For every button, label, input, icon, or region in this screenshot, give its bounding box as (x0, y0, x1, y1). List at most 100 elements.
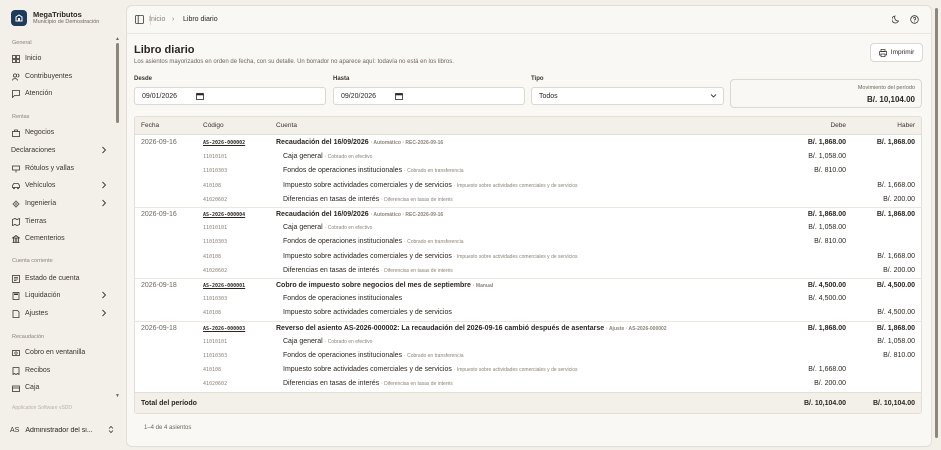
sidebar-item-estado-de-cuenta[interactable]: Estado de cuenta (11, 272, 111, 285)
sidebar-item-label: Recibos (25, 367, 51, 374)
header-fecha: Fecha (141, 122, 160, 129)
cash-icon (11, 348, 20, 357)
entry-note: · Automático · REC-2026-09-16 (370, 140, 444, 146)
entry-haber: B/. 4,500.00 (876, 282, 915, 289)
sidebar-item-caja[interactable]: Caja (11, 381, 111, 394)
sidebar-item-liquidacion[interactable]: Liquidación (11, 289, 111, 302)
sidebar-item-label: Cementerios (25, 235, 65, 242)
line-account-code: 11010303 (203, 353, 228, 359)
scroll-up-icon[interactable]: ▲ (115, 36, 120, 42)
entry-description-text: Cobro de impuesto sobre negocios del mes… (276, 282, 471, 289)
sidebar-item-inicio[interactable]: Inicio (11, 52, 111, 65)
line-note: · Cobrado en efectivo (324, 225, 373, 232)
sidebar-item-ajustes[interactable]: Ajustes (11, 307, 111, 320)
sidebar-item-label: Inicio (25, 55, 42, 62)
entry-description: Recaudación del 16/09/2026 · Automático … (276, 139, 443, 146)
help-icon[interactable] (910, 15, 919, 26)
table-line-row: 41020602 Diferencias en tasas de interés … (135, 264, 921, 278)
calendar-icon[interactable] (196, 92, 204, 102)
sidebar-item-vehiculos[interactable]: Vehículos (11, 179, 111, 192)
sidebar-item-atencion[interactable]: Atención (11, 87, 111, 100)
sidebar-item-recibos[interactable]: Recibos (11, 364, 111, 377)
entry-date: 2026-09-16 (141, 139, 177, 146)
line-note: · Impuesto sobre actividades comerciales… (453, 367, 578, 374)
scroll-down-icon[interactable]: ▼ (115, 393, 120, 399)
entry-note: · Ajuste · AS-2026-000002 (606, 325, 667, 332)
total-label: Total del período (141, 400, 197, 407)
topbar: Inicio › Libro diario (127, 6, 931, 34)
sidebar-item-cobro-en-ventanilla[interactable]: Cobro en ventanilla (11, 346, 111, 359)
line-account-name: Fondos de operaciones institucionales (283, 295, 403, 303)
entry-code-link[interactable]: AS-2026-000001 (203, 283, 245, 289)
print-button-label: Imprimir (890, 49, 915, 56)
line-account-name: Diferencias en tasas de interés (283, 380, 380, 388)
page-scrollbar[interactable] (935, 8, 938, 438)
sidebar-item-declaraciones[interactable]: Declaraciones (11, 144, 111, 157)
sidebar-item-negocios[interactable]: Negocios (11, 126, 111, 139)
tipo-select[interactable]: Todos (531, 87, 724, 105)
sidebar-item-label: Contribuyentes (25, 73, 73, 80)
line-account: Caja general · Cobrado en efectivo (283, 338, 372, 345)
sidebar-item-tierras[interactable]: Tierras (11, 215, 111, 228)
desde-label: Desde (134, 76, 153, 82)
line-account-code: 41020602 (203, 381, 228, 388)
movement-summary: Movimiento del período B/. 10,104.00 (730, 79, 922, 108)
breadcrumb-current: Libro diario (183, 16, 218, 23)
table-line-row: 410108 Impuesto sobre actividades comerci… (135, 179, 921, 193)
line-account: Impuesto sobre actividades comerciales y… (283, 253, 577, 260)
chevron-right-icon (101, 199, 107, 209)
sidebar-item-contribuyentes[interactable]: Contribuyentes (11, 70, 111, 83)
line-account: Fondos de operaciones institucionales · … (283, 167, 464, 174)
calc-icon (11, 291, 20, 300)
line-haber: B/. 1,668.00 (877, 252, 915, 260)
sidebar-toggle-icon[interactable] (135, 15, 144, 26)
total-haber: B/. 10,104.00 (872, 400, 915, 407)
line-account-code: 41020602 (203, 196, 228, 203)
moon-icon[interactable] (891, 15, 901, 26)
line-note: · Cobrado en efectivo (324, 338, 373, 345)
line-debe: B/. 4,500.00 (808, 295, 846, 303)
receipt-icon (11, 366, 20, 375)
entry-date: 2026-09-18 (141, 324, 177, 332)
chevron-right-icon (101, 181, 107, 191)
line-debe: B/. 200.00 (814, 380, 846, 388)
footer-note: Application Software vSDD (12, 405, 73, 411)
line-account: Diferencias en tasas de interés · Difere… (283, 196, 453, 203)
sidebar-item-label: Negocios (25, 129, 55, 136)
entry-code-link[interactable]: AS-2026-000002 (203, 140, 245, 146)
breadcrumb-home[interactable]: Inicio (149, 16, 165, 23)
calendar-icon[interactable] (395, 92, 403, 102)
line-debe: B/. 1,668.00 (808, 366, 846, 374)
box-icon (11, 383, 20, 392)
brand[interactable]: MegaTributos Municipio de Demostración (11, 10, 99, 26)
line-account-name: Diferencias en tasas de interés (283, 266, 380, 274)
entry-code-link[interactable]: AS-2026-000004 (203, 212, 245, 218)
main-panel: Inicio › Libro diario Libro diario Los a… (126, 5, 932, 447)
line-account: Diferencias en tasas de interés · Difere… (283, 267, 453, 274)
total-debe: B/. 10,104.00 (803, 400, 846, 407)
sidebar-item-ingenieria[interactable]: Ingeniería (11, 197, 111, 210)
entry-description-text: Reverso del asiento AS-2026-000002: La r… (276, 324, 605, 332)
line-note: · Cobrado en efectivo (324, 154, 373, 161)
user-menu[interactable]: AS Administrador del si... (10, 422, 116, 438)
hasta-date-input[interactable]: 09/20/2026 (333, 87, 525, 105)
sidebar-item-cementerios[interactable]: Cementerios (11, 232, 111, 245)
section-title-rentas: Rentas (12, 114, 30, 120)
brand-name: MegaTributos (33, 10, 82, 19)
entry-code-link[interactable]: AS-2026-000003 (203, 326, 245, 332)
sidebar-item-rotulos[interactable]: Rótulos y vallas (11, 162, 111, 175)
avatar: AS (10, 426, 20, 434)
sidebar-item-label: Atención (25, 90, 53, 97)
gear-icon (11, 199, 20, 208)
table-line-row: 11010101 Caja general · Cobrado en efecti… (135, 221, 921, 235)
sidebar-scrollbar[interactable] (116, 43, 119, 123)
line-account: Caja general · Cobrado en efectivo (283, 224, 372, 231)
desde-date-input[interactable]: 09/01/2026 (134, 87, 326, 105)
sidebar-item-label: Tierras (25, 218, 47, 225)
line-account-code: 11010101 (203, 338, 228, 345)
print-button[interactable]: Imprimir (870, 43, 923, 62)
line-account: Fondos de operaciones institucionales · … (283, 238, 464, 245)
line-account: Caja general · Cobrado en efectivo (283, 153, 372, 160)
line-account-code: 11010303 (203, 239, 228, 246)
chevron-right-icon (101, 146, 107, 156)
